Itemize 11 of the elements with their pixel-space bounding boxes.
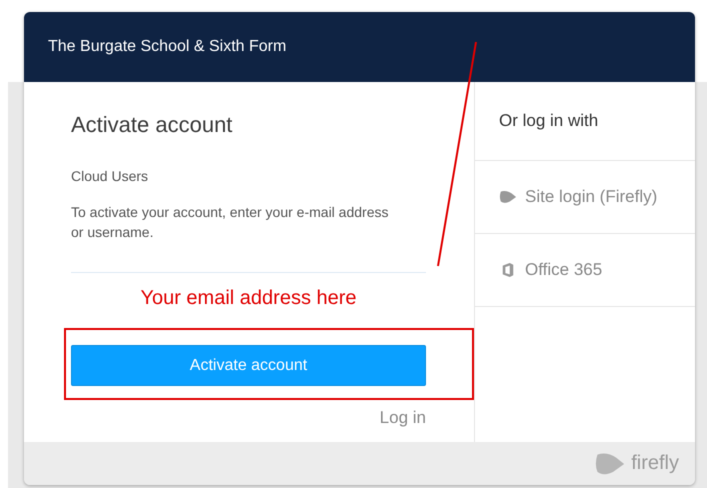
section-label: Cloud Users <box>71 168 150 184</box>
school-title: The Burgate School & Sixth Form <box>48 38 286 56</box>
page-heading: Activate account <box>71 112 234 138</box>
instructions-text: To activate your account, enter your e-mail address or username. <box>71 203 390 242</box>
annotation-text: Your email address here <box>139 287 358 310</box>
login-link[interactable]: Log in <box>380 408 426 428</box>
sidebar-heading: Or log in with <box>475 82 695 161</box>
activate-button[interactable]: Activate account <box>71 345 426 386</box>
login-option[interactable]: Site login (Firefly) <box>475 161 695 234</box>
brand-name: firefly <box>631 452 679 475</box>
login-option[interactable]: Office 365 <box>475 234 695 307</box>
